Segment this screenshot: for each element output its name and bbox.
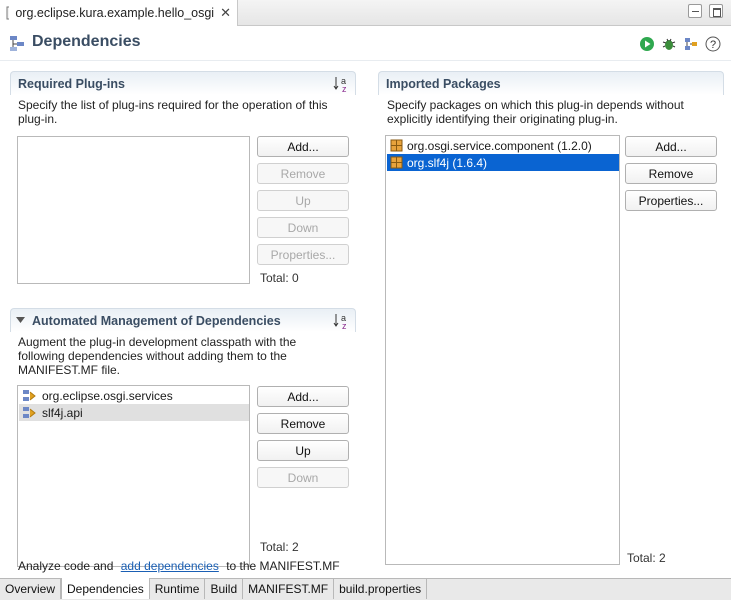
remove-button[interactable]: Remove	[257, 413, 349, 434]
list-item-label: slf4j.api	[42, 405, 83, 420]
page-tab-bar: Overview Dependencies Runtime Build MANI…	[0, 578, 731, 600]
total-count: Total: 2	[260, 540, 299, 554]
minimize-icon	[692, 11, 699, 12]
down-button[interactable]: Down	[257, 467, 349, 488]
required-plugins-section-header: Required Plug-ins az	[10, 71, 356, 95]
section-description: Specify packages on which this plug-in d…	[387, 98, 684, 126]
tab-runtime[interactable]: Runtime	[150, 579, 206, 599]
imported-packages-section-header: Imported Packages	[378, 71, 724, 95]
footer-text: to the MANIFEST.MF	[226, 559, 340, 573]
analyze-footer: Analyze code and add dependencies to the…	[18, 559, 340, 573]
imported-packages-list[interactable]: org.osgi.service.component (1.2.0) org.s…	[385, 135, 620, 565]
tab-build-properties[interactable]: build.properties	[334, 579, 428, 599]
sort-az-icon[interactable]: az	[333, 75, 349, 93]
properties-button[interactable]: Properties...	[257, 244, 349, 265]
debug-icon[interactable]	[661, 36, 677, 52]
remove-button[interactable]: Remove	[625, 163, 717, 184]
manifest-file-icon	[6, 6, 10, 20]
help-icon[interactable]: ?	[705, 36, 721, 52]
sort-az-icon[interactable]: az	[333, 312, 349, 330]
required-plugins-list[interactable]	[17, 136, 250, 284]
add-button[interactable]: Add...	[257, 136, 349, 157]
section-title: Required Plug-ins	[18, 77, 125, 91]
section-description: Specify the list of plug-ins required fo…	[18, 98, 328, 126]
editor-tab[interactable]: org.eclipse.kura.example.hello_osgi ✕	[0, 0, 238, 26]
page-title: Dependencies	[32, 33, 141, 50]
remove-button[interactable]: Remove	[257, 163, 349, 184]
run-icon[interactable]	[639, 36, 655, 52]
plugin-dependency-icon	[23, 389, 36, 401]
add-button[interactable]: Add...	[257, 386, 349, 407]
tab-manifest[interactable]: MANIFEST.MF	[243, 579, 335, 599]
close-icon[interactable]: ✕	[220, 5, 231, 21]
down-button[interactable]: Down	[257, 217, 349, 238]
list-item[interactable]: org.osgi.service.component (1.2.0)	[387, 137, 617, 154]
add-dependencies-link[interactable]: add dependencies	[121, 559, 219, 573]
package-icon	[390, 139, 403, 152]
list-item-label: org.slf4j (1.6.4)	[407, 155, 488, 170]
list-item[interactable]: slf4j.api	[19, 404, 249, 421]
maximize-icon	[713, 8, 721, 17]
svg-text:z: z	[342, 84, 347, 93]
section-title: Automated Management of Dependencies	[32, 314, 281, 328]
add-button[interactable]: Add...	[625, 136, 717, 157]
automated-management-section-header[interactable]: Automated Management of Dependencies az	[10, 308, 356, 332]
footer-text: Analyze code and	[18, 559, 114, 573]
up-button[interactable]: Up	[257, 190, 349, 211]
svg-text:z: z	[342, 321, 347, 330]
total-count: Total: 0	[260, 271, 299, 285]
section-description: Augment the plug-in development classpat…	[18, 335, 297, 377]
maximize-button[interactable]	[709, 4, 723, 18]
properties-button[interactable]: Properties...	[625, 190, 717, 211]
export-icon[interactable]	[683, 36, 699, 52]
dependencies-icon	[10, 36, 24, 51]
tab-overview[interactable]: Overview	[0, 579, 62, 599]
editor-tab-label: org.eclipse.kura.example.hello_osgi	[15, 6, 215, 20]
up-button[interactable]: Up	[257, 440, 349, 461]
list-item[interactable]: org.eclipse.osgi.services	[19, 387, 249, 404]
section-title: Imported Packages	[386, 77, 501, 91]
list-item-label: org.osgi.service.component (1.2.0)	[407, 138, 592, 153]
collapse-triangle-icon[interactable]	[16, 317, 25, 324]
automated-dependencies-list[interactable]: org.eclipse.osgi.services slf4j.api	[17, 385, 250, 567]
plugin-dependency-icon	[23, 406, 36, 418]
list-item-label: org.eclipse.osgi.services	[42, 388, 173, 403]
list-item[interactable]: org.slf4j (1.6.4)	[387, 154, 619, 171]
tab-dependencies[interactable]: Dependencies	[61, 578, 150, 599]
package-icon	[390, 156, 403, 169]
minimize-button[interactable]	[688, 4, 702, 18]
tab-build[interactable]: Build	[205, 579, 244, 599]
total-count: Total: 2	[627, 551, 666, 565]
svg-text:?: ?	[710, 39, 716, 51]
header-separator	[0, 60, 731, 61]
